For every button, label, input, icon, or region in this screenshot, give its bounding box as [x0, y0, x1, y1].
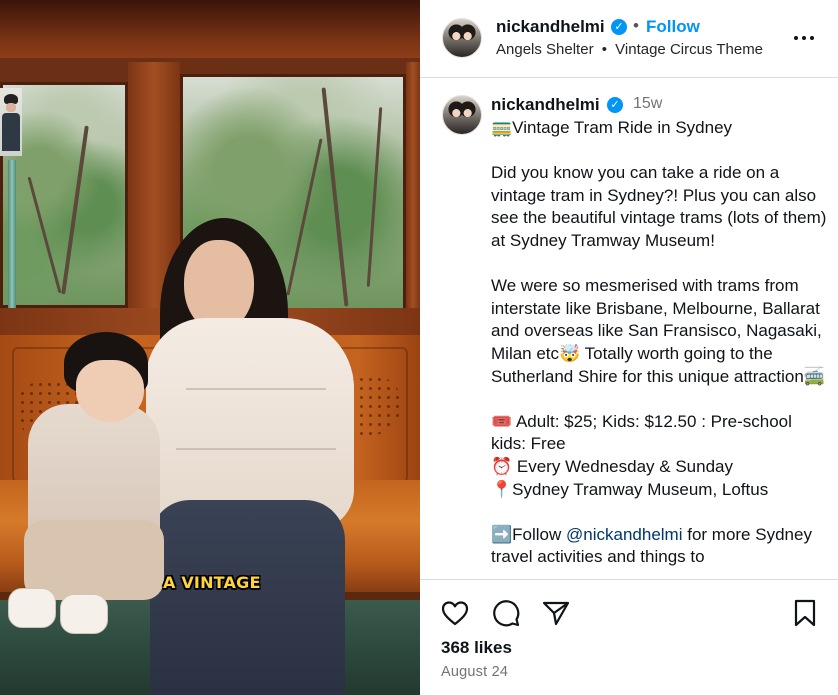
woman-jacket	[146, 318, 354, 530]
post-date[interactable]: August 24	[441, 664, 508, 680]
toddler-shoe-left	[8, 588, 56, 628]
caption-author-username[interactable]: nickandhelmi	[491, 95, 600, 115]
post-details-panel: nickandhelmi ✓ • Follow Angels Shelter •…	[420, 0, 838, 695]
caption-place-line: 📍Sydney Tramway Museum, Loftus	[491, 479, 769, 499]
like-count[interactable]: 368 likes	[441, 638, 512, 658]
caption-author-avatar[interactable]	[442, 95, 482, 135]
share-icon[interactable]	[541, 598, 571, 628]
verified-badge-icon: ✓	[611, 19, 627, 35]
video-caption-overlay: A VINTAGE	[163, 573, 261, 592]
grab-pole	[8, 160, 16, 310]
author-avatar[interactable]	[442, 18, 482, 58]
caption-paragraph-1: Did you know you can take a ride on a vi…	[491, 163, 832, 250]
follow-button[interactable]: Follow	[646, 17, 700, 37]
comments-section[interactable]: nickandhelmi ✓ 15w 🚃Vintage Tram Ride in…	[420, 79, 838, 579]
caption-price-line: 🎟️ Adult: $25; Kids: $12.50 : Pre-school…	[491, 411, 797, 454]
more-options-icon[interactable]	[792, 28, 816, 48]
caption-title: 🚃Vintage Tram Ride in Sydney	[491, 118, 733, 137]
post-header: nickandhelmi ✓ • Follow Angels Shelter •…	[420, 0, 838, 78]
subtitle-separator: •	[601, 41, 607, 58]
comment-icon[interactable]	[491, 598, 521, 628]
heart-icon[interactable]	[440, 598, 470, 628]
bookmark-icon[interactable]	[790, 598, 820, 628]
woman-pants	[150, 500, 345, 695]
location-link[interactable]: Angels Shelter	[496, 41, 594, 58]
audio-link[interactable]: Vintage Circus Theme	[615, 41, 763, 58]
post-media[interactable]: A VINTAGE	[0, 0, 420, 695]
caption-text: 🚃Vintage Tram Ride in Sydney Did you kno…	[491, 117, 831, 569]
toddler-shoe-right	[60, 594, 108, 634]
header-separator: •	[633, 16, 639, 35]
post-actions-bar: 368 likes August 24	[420, 579, 838, 695]
conductor-poster	[0, 88, 22, 156]
caption-timestamp[interactable]: 15w	[633, 95, 662, 113]
tram-ceiling	[0, 0, 420, 58]
toddler-face	[76, 360, 144, 422]
author-username[interactable]: nickandhelmi	[496, 17, 605, 37]
caption-days-line: ⏰ Every Wednesday & Sunday	[491, 456, 733, 476]
post-subtitle: Angels Shelter • Vintage Circus Theme	[496, 41, 767, 58]
caption-verified-badge-icon: ✓	[607, 97, 623, 113]
caption-paragraph-2: We were so mesmerised with trams from in…	[491, 276, 827, 386]
caption-follow-prefix: ➡️Follow	[491, 524, 567, 544]
caption-mention-link[interactable]: @nickandhelmi	[566, 525, 682, 544]
window-frame-right	[406, 62, 420, 334]
